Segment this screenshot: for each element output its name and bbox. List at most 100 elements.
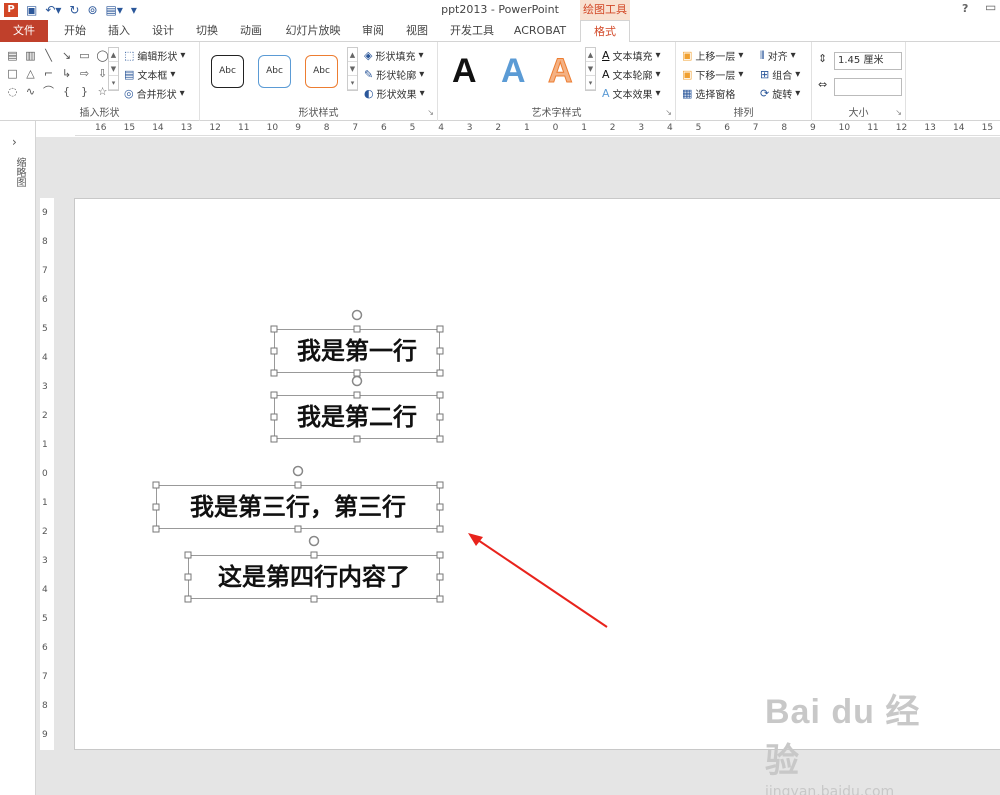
resize-handle[interactable] [436,481,444,489]
line-shape-icon[interactable]: ╲ [40,47,57,64]
resize-handle[interactable] [310,595,318,603]
resize-handle[interactable] [152,503,160,511]
dialog-launcher-icon[interactable]: ↘ [895,108,902,117]
scroll-down-icon[interactable]: ▼ [109,62,118,76]
edit-shape-button[interactable]: ⬚ 编辑形状 ▾ [124,48,185,63]
arrow-line-shape-icon[interactable]: ↘ [58,47,75,64]
shapes-gallery[interactable]: ▤ ▥ ╲ ↘ ▭ ◯ □ △ ⌐ ↳ ⇨ ⇩ ◌ ∿ ⌒ { } ☆ [4,47,116,101]
resize-handle[interactable] [353,369,361,377]
resize-handle[interactable] [184,573,192,581]
tab-insert[interactable]: 插入 [102,20,136,42]
tab-home[interactable]: 开始 [58,20,92,42]
tab-transitions[interactable]: 切换 [190,20,224,42]
more-icon[interactable]: ▾ [348,76,357,90]
shape-styles-scroll[interactable]: ▲ ▼ ▾ [347,47,358,91]
resize-handle[interactable] [270,435,278,443]
shape-style-dark[interactable]: Abc [211,55,244,88]
resize-handle[interactable] [270,347,278,355]
wordart-black-sample[interactable]: A [452,52,477,91]
window-control-icon[interactable]: ▭ [985,0,996,14]
vertical-textbox-shape-icon[interactable]: ▥ [22,47,39,64]
shape-effects-button[interactable]: ◐ 形状效果 ▾ [364,86,425,101]
resize-handle[interactable] [270,369,278,377]
resize-handle[interactable] [436,413,444,421]
rotate-button[interactable]: ⟳ 旋转 ▾ [760,86,800,101]
shapes-gallery-scroll[interactable]: ▲ ▼ ▾ [108,47,119,91]
tab-view[interactable]: 视图 [400,20,434,42]
resize-handle[interactable] [436,503,444,511]
more-icon[interactable]: ▾ [109,76,118,90]
resize-handle[interactable] [353,435,361,443]
brace-right-shape-icon[interactable]: } [76,83,93,100]
merge-shapes-button[interactable]: ◎ 合并形状 ▾ [124,86,185,101]
resize-handle[interactable] [270,413,278,421]
dialog-launcher-icon[interactable]: ↘ [665,108,672,117]
text-effects-button[interactable]: A 文本效果 ▾ [602,86,661,101]
scroll-up-icon[interactable]: ▲ [586,48,595,62]
shape-width-input[interactable] [834,78,902,96]
scroll-up-icon[interactable]: ▲ [348,48,357,62]
rect-shape-icon[interactable]: □ [4,65,21,82]
shape-height-input[interactable]: 1.45 厘米 [834,52,902,70]
resize-handle[interactable] [294,481,302,489]
rotate-handle-icon[interactable] [351,375,363,387]
slide-canvas[interactable]: 我是第一行 我是第二行 我是第三行，第三行 这是第四行内容了 [74,198,1000,750]
tab-animations[interactable]: 动画 [234,20,268,42]
resize-handle[interactable] [436,369,444,377]
send-backward-button[interactable]: ▣ 下移一层 ▾ [682,67,743,82]
resize-handle[interactable] [270,391,278,399]
tab-acrobat[interactable]: ACROBAT [510,20,570,42]
help-icon[interactable]: ? [962,2,968,15]
shape-fill-button[interactable]: ◈ 形状填充 ▾ [364,48,424,63]
freeform-shape-icon[interactable]: ◌ [4,83,21,100]
resize-handle[interactable] [436,595,444,603]
scroll-down-icon[interactable]: ▼ [348,62,357,76]
resize-handle[interactable] [184,551,192,559]
resize-handle[interactable] [294,525,302,533]
resize-handle[interactable] [184,595,192,603]
rotate-handle-icon[interactable] [351,309,363,321]
group-button[interactable]: ⊞ 组合 ▾ [760,67,800,82]
text-outline-button[interactable]: A 文本轮廓 ▾ [602,67,661,82]
shape-style-blue[interactable]: Abc [258,55,291,88]
resize-handle[interactable] [436,525,444,533]
resize-handle[interactable] [152,525,160,533]
tab-design[interactable]: 设计 [146,20,180,42]
shape-outline-button[interactable]: ✎ 形状轮廓 ▾ [364,67,424,82]
tab-developer[interactable]: 开发工具 [444,20,500,42]
text-box-button[interactable]: ▤ 文本框 ▾ [124,67,175,82]
bring-forward-button[interactable]: ▣ 上移一层 ▾ [682,48,743,63]
rectangle-shape-icon[interactable]: ▭ [76,47,93,64]
resize-handle[interactable] [152,481,160,489]
shape-style-orange[interactable]: Abc [305,55,338,88]
wordart-scroll[interactable]: ▲ ▼ ▾ [585,47,596,91]
resize-handle[interactable] [353,391,361,399]
scribble-shape-icon[interactable]: ∿ [22,83,39,100]
rotate-handle-icon[interactable] [292,465,304,477]
brace-left-shape-icon[interactable]: { [58,83,75,100]
more-icon[interactable]: ▾ [586,76,595,90]
resize-handle[interactable] [436,325,444,333]
resize-handle[interactable] [270,325,278,333]
text-fill-button[interactable]: A 文本填充 ▾ [602,48,661,63]
resize-handle[interactable] [353,325,361,333]
triangle-shape-icon[interactable]: △ [22,65,39,82]
expand-chevron-icon[interactable]: › [12,135,17,149]
tab-format[interactable]: 格式 [580,20,630,43]
resize-handle[interactable] [436,435,444,443]
scroll-up-icon[interactable]: ▲ [109,48,118,62]
rotate-handle-icon[interactable] [308,535,320,547]
textbox-shape-icon[interactable]: ▤ [4,47,21,64]
resize-handle[interactable] [436,573,444,581]
resize-handle[interactable] [436,551,444,559]
arc-shape-icon[interactable]: ⌒ [40,83,57,100]
tab-review[interactable]: 审阅 [356,20,390,42]
tab-slideshow[interactable]: 幻灯片放映 [280,20,346,42]
selection-pane-button[interactable]: ▦ 选择窗格 [682,86,735,101]
tab-file[interactable]: 文件 [0,20,48,42]
dialog-launcher-icon[interactable]: ↘ [427,108,434,117]
scroll-down-icon[interactable]: ▼ [586,62,595,76]
elbow-shape-icon[interactable]: ↳ [58,65,75,82]
resize-handle[interactable] [436,347,444,355]
connector-shape-icon[interactable]: ⌐ [40,65,57,82]
